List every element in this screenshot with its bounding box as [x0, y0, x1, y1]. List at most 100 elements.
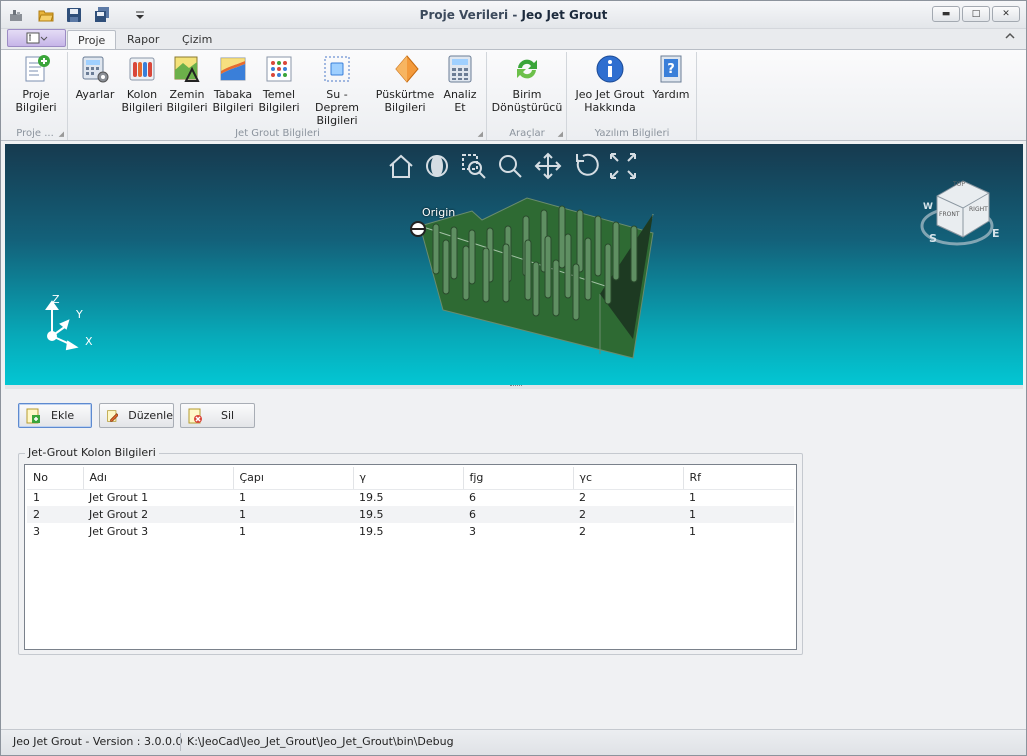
cube-right-label: RIGHT — [969, 206, 988, 213]
tab-proje[interactable]: Proje — [67, 30, 117, 49]
info-icon — [596, 55, 624, 83]
column-header-no[interactable]: No — [27, 467, 84, 490]
groupbox-title: Jet-Grout Kolon Bilgileri — [25, 446, 159, 459]
group-caption-jet-grout: Jet Grout Bilgileri — [235, 128, 320, 139]
status-bar: Jeo Jet Grout - Version : 3.0.0.0 K:\Jeo… — [1, 729, 1026, 755]
column-info-button[interactable]: Kolon Bilgileri — [120, 54, 164, 114]
group-launcher-icon[interactable]: ◢ — [478, 130, 483, 138]
delete-icon — [188, 408, 202, 423]
close-icon: ✕ — [1002, 9, 1010, 19]
cell-fjg[interactable]: 6 — [463, 489, 573, 506]
cell-diameter[interactable]: 1 — [233, 489, 353, 506]
splitter[interactable] — [5, 385, 1023, 389]
cell-rf[interactable]: 1 — [683, 489, 794, 506]
3d-viewport[interactable]: Origin Z Y X TOP FRONT RIGHT W S E — [5, 144, 1023, 385]
cell-name[interactable]: Jet Grout 2 — [83, 506, 233, 523]
settings-button[interactable]: Ayarlar — [73, 54, 117, 101]
cell-diameter[interactable]: 1 — [233, 523, 353, 540]
cell-gamma-c[interactable]: 2 — [573, 506, 683, 523]
status-version: Jeo Jet Grout - Version : 3.0.0.0 — [13, 735, 183, 748]
cell-diameter[interactable]: 1 — [233, 506, 353, 523]
app-menu-icon — [26, 32, 47, 44]
main-window: Proje Verileri - Jeo Jet Grout ▬ □ ✕ Pro… — [0, 0, 1027, 756]
cube-front-label: FRONT — [939, 211, 960, 218]
orbit-icon[interactable] — [426, 155, 448, 177]
zoom-window-icon[interactable] — [462, 154, 486, 179]
close-button[interactable]: ✕ — [992, 6, 1020, 22]
unit-converter-button[interactable]: Birim Dönüştürücü — [491, 54, 563, 114]
cell-rf[interactable]: 1 — [683, 523, 794, 540]
cell-no[interactable]: 2 — [27, 506, 83, 523]
project-info-icon — [25, 55, 50, 82]
calculator-icon — [448, 55, 472, 83]
cell-fjg[interactable]: 3 — [463, 523, 573, 540]
svg-text:?: ? — [667, 62, 675, 77]
water-quake-icon — [324, 56, 350, 82]
status-separator — [180, 733, 181, 751]
soil-icon — [174, 56, 200, 82]
group-launcher-icon[interactable]: ◢ — [59, 130, 64, 138]
project-info-button[interactable]: Proje Bilgileri — [9, 54, 63, 114]
group-caption-araclar: Araçlar — [509, 128, 545, 139]
cell-gamma[interactable]: 19.5 — [353, 523, 463, 540]
title-bar: Proje Verileri - Jeo Jet Grout ▬ □ ✕ — [1, 1, 1026, 29]
cell-no[interactable]: 1 — [27, 489, 83, 506]
ribbon-group-proje: Proje Bilgileri Proje ... ◢ — [3, 52, 68, 140]
column-header-diameter[interactable]: Çapı — [233, 467, 354, 490]
group-launcher-icon[interactable]: ◢ — [558, 130, 563, 138]
add-button[interactable]: Ekle — [18, 403, 92, 428]
cell-gamma[interactable]: 19.5 — [353, 489, 463, 506]
spray-icon — [395, 55, 419, 83]
ribbon-group-jet-grout: Ayarlar Kolon Bilgileri Zemin Bilgileri … — [69, 52, 487, 140]
compass-e-label: E — [992, 227, 1000, 240]
pan-icon[interactable] — [534, 152, 562, 180]
water-earthquake-info-button[interactable]: Su - Deprem Bilgileri — [303, 54, 371, 127]
cell-gamma-c[interactable]: 2 — [573, 523, 683, 540]
cell-rf[interactable]: 1 — [683, 506, 794, 523]
rotate-icon[interactable] — [576, 153, 599, 176]
application-menu-button[interactable] — [7, 29, 66, 47]
fit-extents-icon[interactable] — [610, 153, 636, 179]
cell-no[interactable]: 3 — [27, 523, 83, 540]
soil-info-button[interactable]: Zemin Bilgileri — [165, 54, 209, 114]
window-title: Proje Verileri - Jeo Jet Grout — [419, 8, 608, 22]
about-button[interactable]: Jeo Jet Grout Hakkında — [572, 54, 648, 114]
help-icon: ? — [660, 55, 682, 83]
cell-gamma-c[interactable]: 2 — [573, 489, 683, 506]
cell-name[interactable]: Jet Grout 3 — [83, 523, 233, 540]
tab-cizim[interactable]: Çizim — [172, 30, 222, 49]
group-caption-proje: Proje ... — [16, 128, 54, 139]
help-button[interactable]: ? Yardım — [650, 54, 692, 101]
cell-name[interactable]: Jet Grout 1 — [83, 489, 233, 506]
maximize-button[interactable]: □ — [962, 6, 990, 22]
table-row[interactable]: 2 Jet Grout 2 1 19.5 6 2 1 — [27, 506, 794, 523]
cell-gamma[interactable]: 19.5 — [353, 506, 463, 523]
column-header-gamma-c[interactable]: γc — [573, 467, 684, 490]
tab-rapor[interactable]: Rapor — [117, 30, 169, 49]
cell-fjg[interactable]: 6 — [463, 506, 573, 523]
edit-button[interactable]: Düzenle — [99, 403, 174, 428]
minimize-button[interactable]: ▬ — [932, 6, 960, 22]
jet-grout-column-grid[interactable]: No Adı Çapı γ fjg γc Rf 1 Jet Grout 1 1 … — [24, 464, 797, 650]
analyze-button[interactable]: Analiz Et — [439, 54, 481, 114]
axis-gizmo — [45, 300, 79, 351]
status-path: K:\JeoCad\Jeo_Jet_Grout\Jeo_Jet_Grout\bi… — [187, 735, 454, 748]
column-header-gamma[interactable]: γ — [353, 467, 464, 490]
table-row[interactable]: 1 Jet Grout 1 1 19.5 6 2 1 — [27, 489, 794, 506]
foundation-info-button[interactable]: Temel Bilgileri — [257, 54, 301, 114]
maximize-icon: □ — [971, 9, 981, 19]
home-icon[interactable] — [389, 154, 413, 178]
collapse-ribbon-icon[interactable] — [1004, 31, 1016, 44]
layer-info-button[interactable]: Tabaka Bilgileri — [211, 54, 255, 114]
axis-z-label: Z — [52, 293, 60, 306]
table-row[interactable]: 3 Jet Grout 3 1 19.5 3 2 1 — [27, 523, 794, 540]
zoom-icon[interactable] — [499, 155, 522, 178]
column-header-name[interactable]: Adı — [83, 467, 234, 490]
spray-info-button[interactable]: Püskürtme Bilgileri — [373, 54, 437, 114]
origin-label: Origin — [422, 206, 456, 219]
column-icon — [129, 57, 155, 81]
column-header-fjg[interactable]: fjg — [463, 467, 574, 490]
edit-icon — [107, 409, 119, 422]
delete-button[interactable]: Sil — [180, 403, 255, 428]
column-header-rf[interactable]: Rf — [683, 467, 794, 490]
